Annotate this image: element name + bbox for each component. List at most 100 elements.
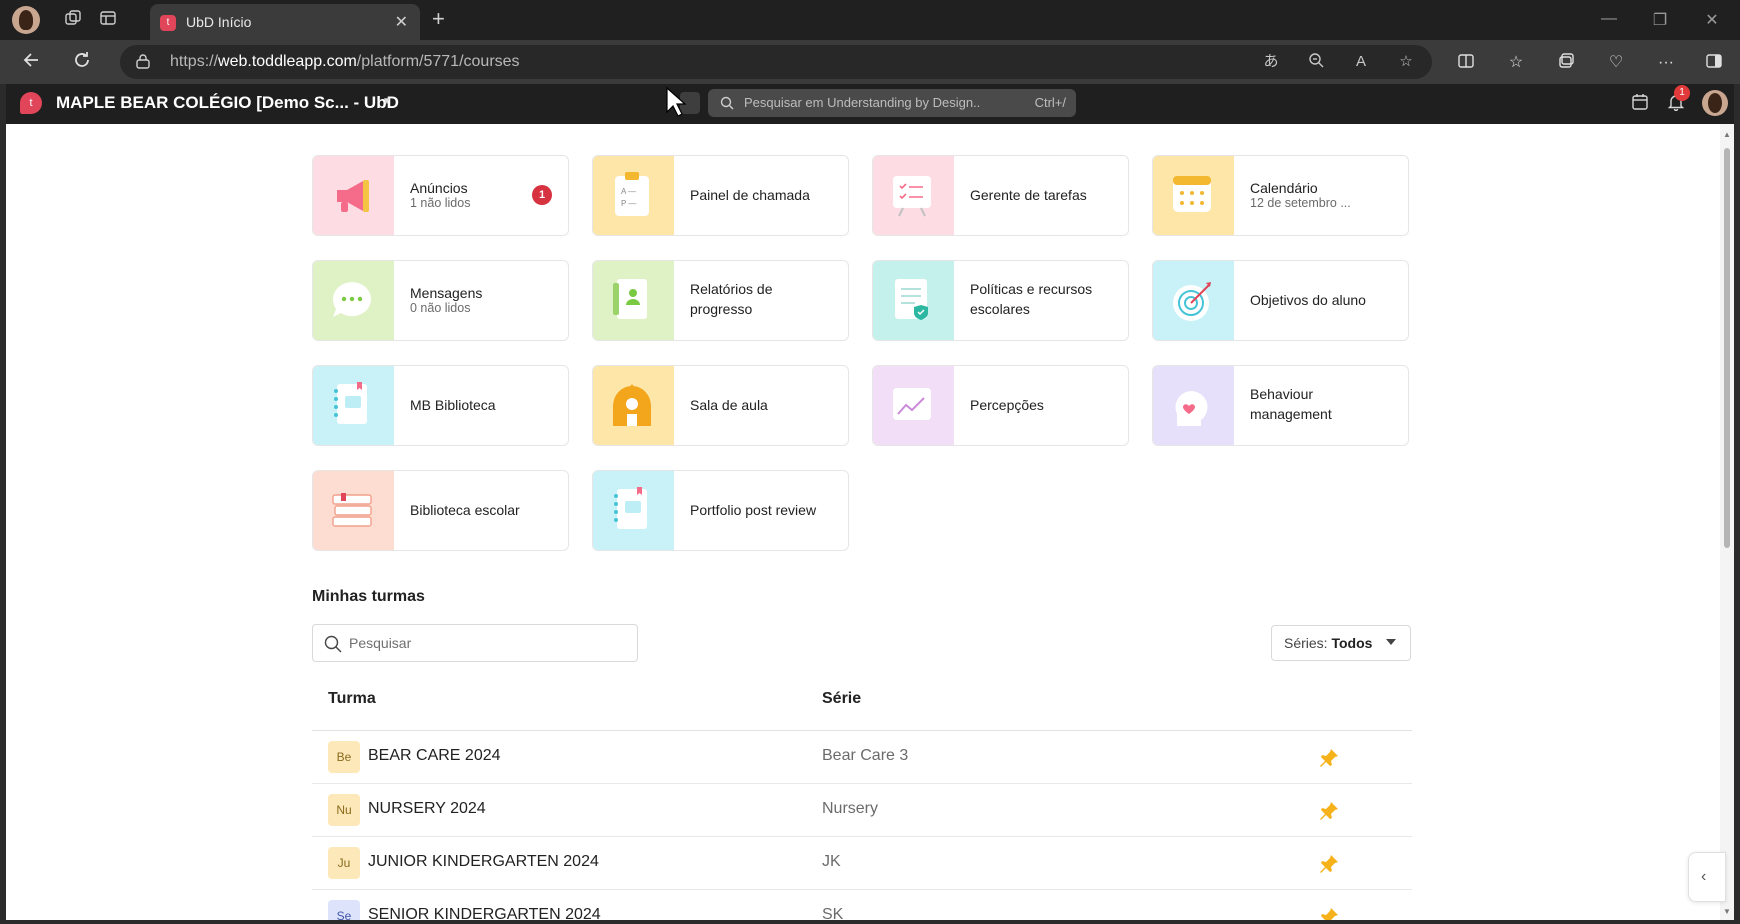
browser-essentials-icon[interactable]: ♡	[1605, 52, 1627, 74]
scroll-down-arrow-icon[interactable]: ▼	[1723, 907, 1731, 916]
card-painel-de-chamada[interactable]: A — P — Painel de chamada	[592, 155, 849, 236]
card-objetivos-do-aluno[interactable]: Objetivos do aluno	[1152, 260, 1409, 341]
url-text: https://web.toddleapp.com/platform/5771/…	[170, 53, 520, 70]
notebook-icon	[313, 366, 394, 445]
section-title-minhas-turmas: Minhas turmas	[312, 588, 425, 605]
card-title: Mensagens	[410, 285, 483, 301]
table-row[interactable]: Ju JUNIOR KINDERGARTEN 2024 JK	[312, 837, 1412, 890]
card-biblioteca-escolar[interactable]: Biblioteca escolar	[312, 470, 569, 551]
calendar-icon[interactable]	[1629, 93, 1651, 115]
tab-actions-icon[interactable]	[97, 9, 119, 31]
table-row[interactable]: Nu NURSERY 2024 Nursery	[312, 784, 1412, 837]
card-portfolio-post-review[interactable]: Portfolio post review	[592, 470, 849, 551]
browser-address-bar: https://web.toddleapp.com/platform/5771/…	[0, 40, 1740, 84]
school-building-icon	[593, 366, 674, 445]
tab-ubd-inicio[interactable]: t UbD Início ✕	[150, 4, 420, 40]
column-header-serie[interactable]: Série	[822, 690, 861, 708]
class-name[interactable]: BEAR CARE 2024	[368, 747, 501, 765]
card-politicas-e-recursos[interactable]: Políticas e recursos escolares	[872, 260, 1129, 341]
toddle-logo-icon[interactable]: t	[20, 92, 42, 114]
pin-icon[interactable]	[1318, 800, 1340, 822]
column-header-turma[interactable]: Turma	[328, 690, 376, 708]
favorites-icon[interactable]: ☆	[1505, 52, 1527, 74]
card-title: Painel de chamada	[690, 187, 810, 203]
class-name[interactable]: NURSERY 2024	[368, 800, 486, 818]
card-subtitle: 12 de setembro ...	[1250, 196, 1351, 210]
workspaces-icon[interactable]	[62, 9, 84, 31]
lock-icon[interactable]	[136, 53, 150, 69]
user-avatar[interactable]	[1702, 90, 1728, 116]
card-title: Objetivos do aluno	[1250, 292, 1366, 308]
collections-icon[interactable]	[1555, 52, 1577, 74]
series-filter-dropdown[interactable]: Séries: Todos	[1271, 625, 1411, 661]
restore-button[interactable]: ❐	[1648, 10, 1672, 30]
search-icon	[324, 635, 342, 653]
page-scrollbar[interactable]: ▲ ▼	[1720, 124, 1734, 920]
notification-count-badge: 1	[1674, 85, 1690, 101]
card-title: MB Biblioteca	[410, 397, 496, 413]
pin-icon[interactable]	[1318, 747, 1340, 769]
table-row[interactable]: Se SENIOR KINDERGARTEN 2024 SK	[312, 890, 1412, 920]
minimize-button[interactable]: —	[1597, 10, 1621, 28]
card-title: Portfolio post review	[690, 502, 817, 518]
unread-badge: 1	[532, 185, 552, 205]
chat-bubble-icon	[313, 261, 394, 340]
card-mensagens[interactable]: Mensagens 0 não lidos	[312, 260, 569, 341]
scrollbar-thumb[interactable]	[1724, 148, 1730, 548]
search-icon	[720, 96, 734, 110]
classes-search-input[interactable]	[349, 633, 619, 653]
scroll-up-arrow-icon[interactable]: ▲	[1723, 130, 1731, 139]
svg-text:A —: A —	[621, 187, 636, 196]
read-aloud-icon[interactable]: A	[1351, 52, 1371, 72]
close-window-button[interactable]: ✕	[1700, 10, 1724, 30]
pin-icon[interactable]	[1318, 853, 1340, 875]
favorite-star-icon[interactable]: ☆	[1396, 52, 1416, 72]
back-button[interactable]	[20, 50, 44, 74]
card-title: Behaviour management	[1250, 386, 1332, 422]
main-content: Anúncios 1 não lidos 1 A — P — Painel de …	[6, 124, 1720, 920]
classes-search-field[interactable]	[312, 624, 638, 662]
class-name[interactable]: JUNIOR KINDERGARTEN 2024	[368, 853, 599, 871]
card-gerente-de-tarefas[interactable]: Gerente de tarefas	[872, 155, 1129, 236]
attendance-clipboard-icon: A — P —	[593, 156, 674, 235]
pin-icon[interactable]	[1318, 906, 1340, 920]
card-title: Sala de aula	[690, 397, 768, 413]
close-tab-button[interactable]: ✕	[395, 12, 408, 32]
class-name[interactable]: SENIOR KINDERGARTEN 2024	[368, 906, 601, 920]
card-subtitle: 0 não lidos	[410, 301, 471, 315]
card-subtitle: 1 não lidos	[410, 196, 471, 210]
table-row[interactable]: Be BEAR CARE 2024 Bear Care 3	[312, 731, 1412, 784]
new-tab-button[interactable]: +	[432, 6, 445, 32]
class-serie: Nursery	[822, 800, 879, 817]
policy-document-icon	[873, 261, 954, 340]
zoom-out-icon[interactable]	[1306, 52, 1326, 72]
app-header: t MAPLE BEAR COLÉGIO [Demo Sc... - UbD ▼…	[6, 84, 1734, 124]
chevron-down-icon[interactable]: ▼	[382, 96, 392, 107]
reload-button[interactable]	[70, 50, 94, 74]
card-title: Calendário	[1250, 180, 1318, 196]
search-shortcut: Ctrl+/	[1034, 95, 1066, 110]
class-abbr-badge: Se	[328, 900, 360, 920]
megaphone-icon	[313, 156, 394, 235]
translate-icon[interactable]: あ	[1261, 52, 1281, 72]
book-stack-icon	[313, 471, 394, 550]
browser-tab-bar: t UbD Início ✕ + — ❐ ✕	[0, 0, 1740, 40]
more-menu-icon[interactable]: ···	[1655, 52, 1677, 74]
browser-profile-avatar[interactable]	[12, 6, 40, 34]
card-percepcoes[interactable]: Percepções	[872, 365, 1129, 446]
split-screen-icon[interactable]	[1455, 52, 1477, 74]
card-relatorios-de-progresso[interactable]: Relatórios de progresso	[592, 260, 849, 341]
app-search-bar[interactable]: Pesquisar em Understanding by Design.. C…	[708, 89, 1076, 117]
sidebar-toggle-icon[interactable]	[1703, 52, 1725, 74]
card-calendario[interactable]: Calendário 12 de setembro ...	[1152, 155, 1409, 236]
url-field[interactable]: https://web.toddleapp.com/platform/5771/…	[120, 45, 1432, 79]
card-anuncios[interactable]: Anúncios 1 não lidos 1	[312, 155, 569, 236]
school-selector[interactable]: MAPLE BEAR COLÉGIO [Demo Sc... - UbD	[56, 93, 399, 113]
side-panel-toggle[interactable]: ‹	[1688, 852, 1726, 902]
card-behaviour-management[interactable]: Behaviour management	[1152, 365, 1409, 446]
caret-down-icon	[1386, 639, 1396, 645]
card-title: Percepções	[970, 397, 1044, 413]
calendar-icon	[1153, 156, 1234, 235]
card-mb-biblioteca[interactable]: MB Biblioteca	[312, 365, 569, 446]
card-sala-de-aula[interactable]: Sala de aula	[592, 365, 849, 446]
